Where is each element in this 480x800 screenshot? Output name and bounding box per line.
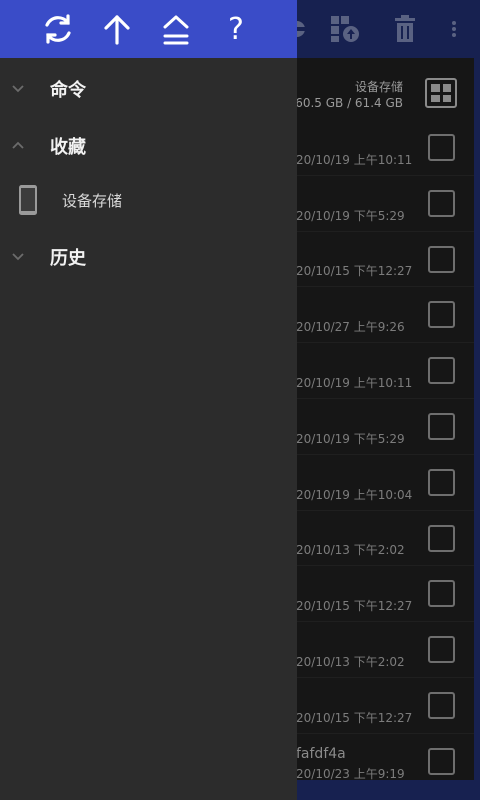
file-date: 20/10/27 上午9:26 [296,320,405,335]
file-date: 20/10/19 下午5:29 [296,431,405,446]
double-chevron-up-icon[interactable] [156,10,196,48]
select-checkbox[interactable] [428,134,455,161]
select-checkbox[interactable] [428,747,455,775]
file-date: 20/10/19 上午10:11 [296,375,413,390]
grid-view-icon[interactable] [425,78,457,108]
select-checkbox[interactable] [428,412,455,440]
navigation-drawer: ? 命令 收藏 设备存储 历史 [0,0,297,800]
upload-grid-icon[interactable] [328,12,362,46]
drawer-toolbar: ? [0,0,297,58]
chevron-up-icon [12,141,24,149]
file-date: 20/10/19 上午10:11 [296,152,413,167]
refresh-icon[interactable] [38,10,78,48]
file-name: fafdf4a [296,745,346,762]
section-history-label: 历史 [50,248,86,269]
select-checkbox[interactable] [428,189,455,217]
file-date: 20/10/15 下午12:27 [296,710,413,725]
section-history[interactable]: 历史 [0,236,297,276]
favorites-item-device-storage[interactable]: 设备存储 [0,178,297,224]
file-date: 20/10/19 下午5:29 [296,208,405,223]
file-date: 20/10/13 下午2:02 [296,654,405,669]
file-date: 20/10/15 下午12:27 [296,264,413,279]
file-date: 20/10/19 上午10:04 [296,487,413,502]
chevron-down-icon [12,253,24,261]
help-icon[interactable]: ? [216,10,256,48]
select-checkbox[interactable] [428,245,455,273]
section-commands[interactable]: 命令 [0,68,297,108]
storage-name: 设备存储 [354,80,403,94]
section-favorites[interactable]: 收藏 [0,125,297,165]
select-checkbox[interactable] [428,357,455,385]
file-date: 20/10/13 下午2:02 [296,543,405,558]
chevron-down-icon [12,85,24,93]
scroll-edge [474,58,480,780]
file-date: 20/10/15 下午12:27 [296,599,413,614]
phone-icon [19,185,37,215]
file-date: 20/10/23 上午9:19 [296,766,405,781]
storage-size: 60.5 GB / 61.4 GB [295,96,403,110]
select-checkbox[interactable] [428,580,455,608]
favorites-item-label: 设备存储 [62,192,123,210]
select-checkbox[interactable] [428,468,455,496]
select-checkbox[interactable] [428,636,455,664]
section-favorites-label: 收藏 [50,137,86,158]
arrow-up-icon[interactable] [97,10,137,48]
section-commands-label: 命令 [50,80,86,101]
select-checkbox[interactable] [428,691,455,719]
trash-icon[interactable] [388,12,422,46]
select-checkbox[interactable] [428,524,455,552]
more-vert-icon[interactable] [440,12,468,46]
select-checkbox[interactable] [428,301,455,329]
